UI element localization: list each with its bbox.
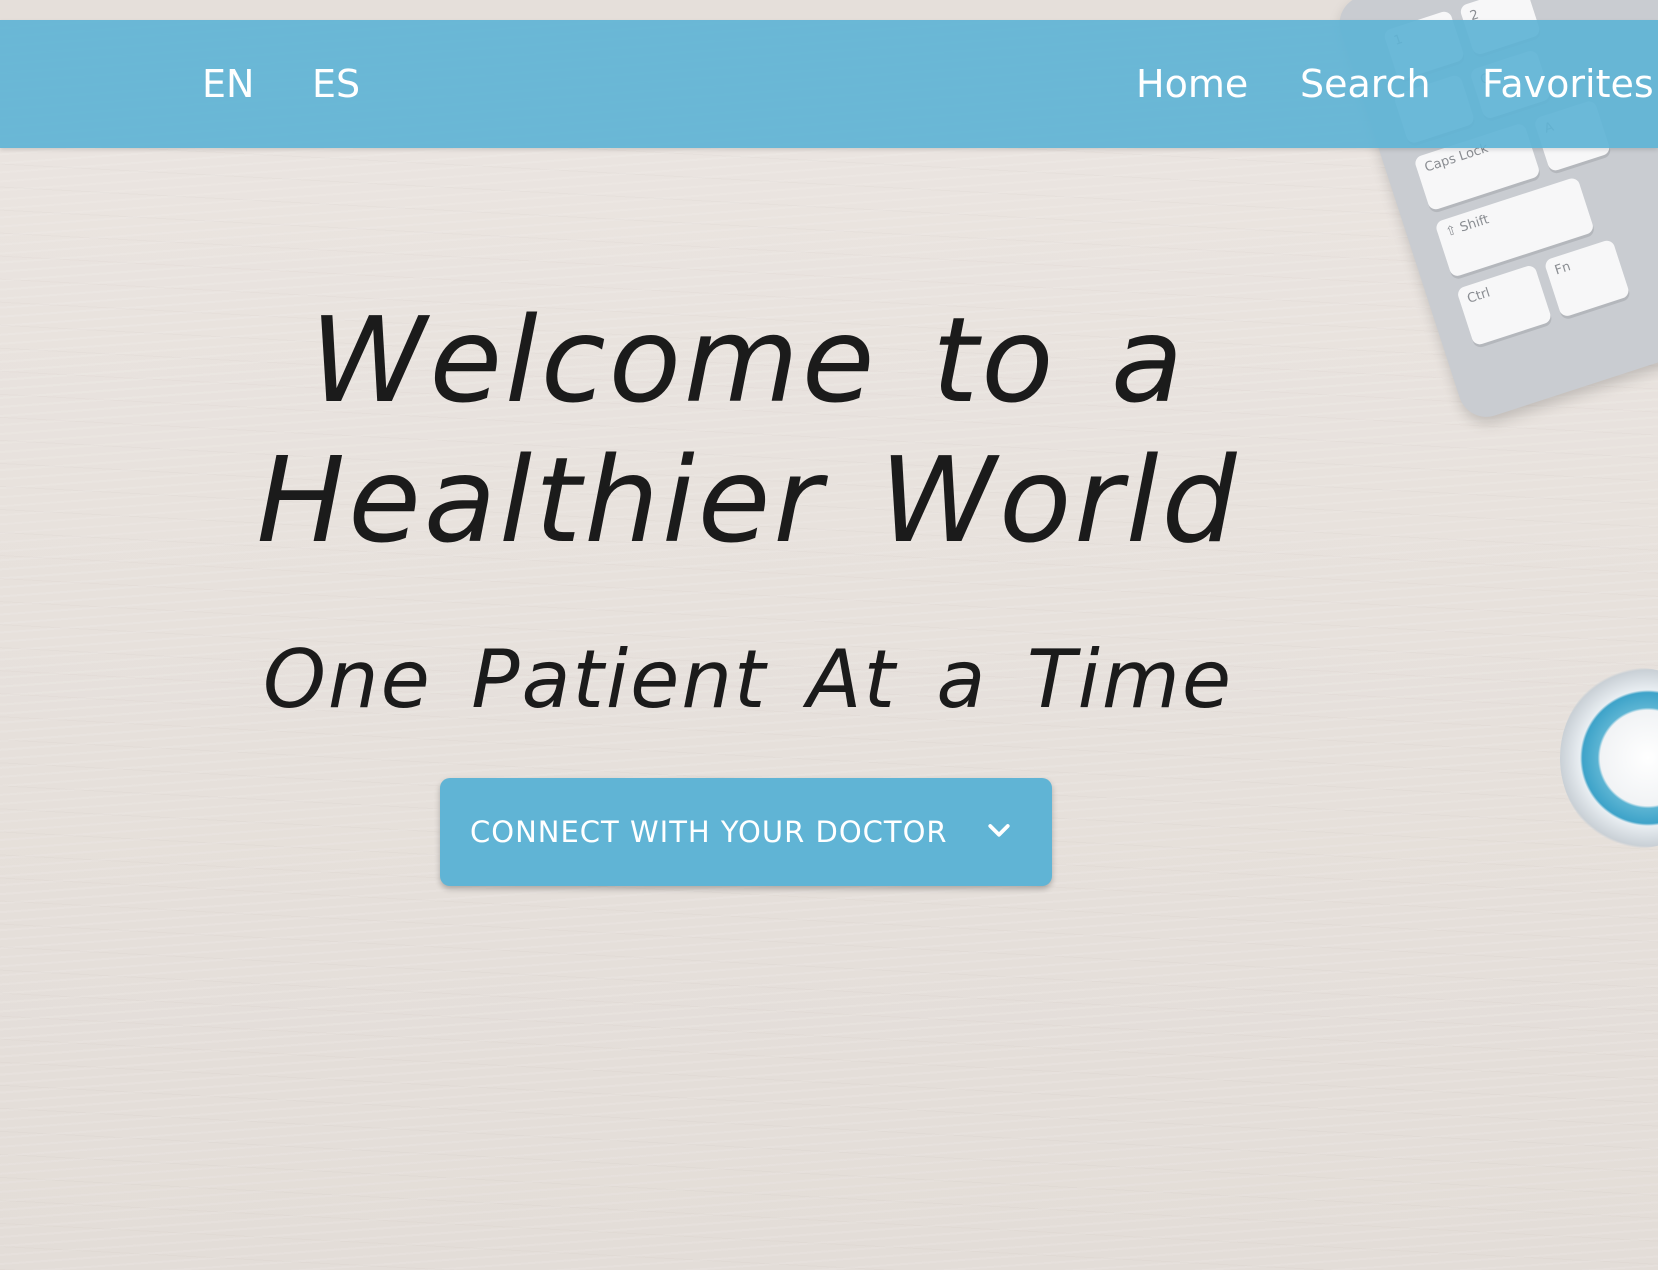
hero-headline-line2: Healthier World bbox=[256, 431, 1240, 569]
hero-headline-line1: Welcome to a bbox=[309, 291, 1187, 429]
hero-subheadline: One Patient At a Time bbox=[262, 633, 1234, 726]
hero-headline: Welcome to a Healthier World bbox=[200, 290, 1296, 570]
nav-search-link[interactable]: Search bbox=[1300, 20, 1431, 148]
connect-doctor-button[interactable]: CONNECT WITH YOUR DOCTOR bbox=[440, 778, 1052, 886]
nav-favorites-link[interactable]: Favorites bbox=[1482, 20, 1654, 148]
language-en-link[interactable]: EN bbox=[202, 20, 254, 148]
keyboard-key-fn: Fn bbox=[1543, 238, 1631, 318]
chevron-down-icon bbox=[988, 824, 1010, 837]
navbar: EN ES Home Search Favorites bbox=[0, 20, 1658, 148]
keyboard-key-ctrl: Ctrl bbox=[1456, 263, 1553, 347]
nav-home-link[interactable]: Home bbox=[1136, 20, 1248, 148]
language-es-link[interactable]: ES bbox=[312, 20, 360, 148]
connect-doctor-button-label: CONNECT WITH YOUR DOCTOR bbox=[470, 815, 948, 849]
